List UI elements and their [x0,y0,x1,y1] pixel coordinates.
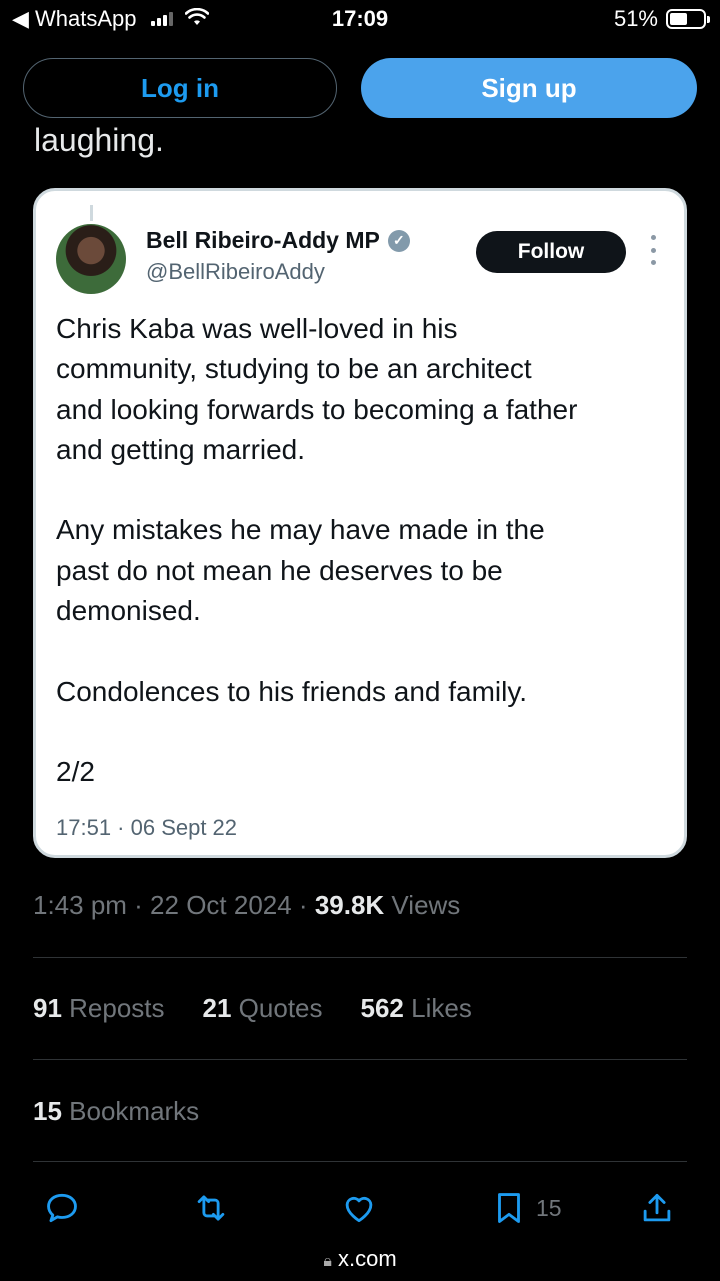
status-bar: ◀ WhatsApp 17:09 51% [0,0,720,40]
divider [33,1059,687,1060]
follow-button[interactable]: Follow [476,231,626,273]
more-options-icon[interactable] [648,235,658,265]
bookmarks-stat[interactable]: 15 Bookmarks [33,1096,199,1127]
avatar[interactable] [56,224,126,294]
reply-button[interactable] [43,1186,81,1230]
quotes-count: 21 [202,993,232,1023]
author-name-row[interactable]: Bell Ribeiro-Addy MP ✓ [146,227,410,254]
tweet-paragraph: 2/2 [56,756,95,788]
url-text: x.com [337,1246,397,1271]
previous-text-fragment: laughing. [34,120,434,160]
bookmark-button[interactable]: 15 [490,1186,562,1230]
battery-status: 51% [613,6,710,32]
tweet-paragraph: Any mistakes he may have made in the pas… [56,514,545,627]
lock-icon: 🔒︎ [323,1253,332,1270]
battery-percent: 51% [613,6,658,31]
likes-label: Likes [403,993,472,1023]
bookmarks-count: 15 [33,1096,62,1126]
bookmark-icon [498,1193,520,1223]
divider [33,957,687,958]
bookmark-count: 15 [536,1194,562,1221]
post-time-date[interactable]: 1:43 pm · 22 Oct 2024 · [33,890,315,920]
divider [33,1161,687,1162]
login-button[interactable]: Log in [23,58,337,118]
quoted-tweet-card[interactable]: Bell Ribeiro-Addy MP ✓ @BellRibeiroAddy … [33,188,687,858]
repost-icon [197,1195,225,1221]
tweet-paragraph: Condolences to his friends and family. [56,675,528,707]
previous-text: laughing. [34,122,164,158]
author-handle[interactable]: @BellRibeiroAddy [146,259,325,285]
quotes-label: Quotes [231,993,323,1023]
reposts-label: Reposts [61,993,165,1023]
tweet-text: Chris Kaba was well-loved in his communi… [56,309,666,833]
thread-line [90,205,93,221]
author-name: Bell Ribeiro-Addy MP [146,227,380,253]
browser-url-bar[interactable]: 🔒︎ x.com [0,1246,720,1272]
reply-icon [47,1193,77,1223]
engagement-stats: 91 Reposts 21 Quotes 562 Likes [33,993,472,1024]
likes-count: 562 [360,993,404,1023]
clock: 17:09 [331,6,389,31]
battery-icon [666,9,710,29]
share-button[interactable] [638,1186,676,1230]
quotes-stat[interactable]: 21 Quotes [203,993,323,1024]
like-button[interactable] [340,1186,378,1230]
views-count: 39.8K [314,890,385,920]
views-label: Views [384,890,461,920]
reposts-stat[interactable]: 91 Reposts [33,993,165,1024]
likes-stat[interactable]: 562 Likes [361,993,472,1024]
action-bar: 15 [0,1186,720,1230]
tweet-paragraph: Chris Kaba was well-loved in his communi… [56,313,578,465]
bookmarks-label: Bookmarks [61,1096,200,1126]
reposts-count: 91 [33,993,62,1023]
signup-button[interactable]: Sign up [361,58,697,118]
verified-badge-icon: ✓ [387,229,410,252]
quoted-tweet-timestamp[interactable]: 17:51 · 06 Sept 22 [56,815,237,841]
post-meta: 1:43 pm · 22 Oct 2024 · 39.8K Views [33,890,460,921]
like-icon [345,1196,373,1223]
share-icon [643,1193,671,1222]
repost-button[interactable] [192,1186,230,1230]
